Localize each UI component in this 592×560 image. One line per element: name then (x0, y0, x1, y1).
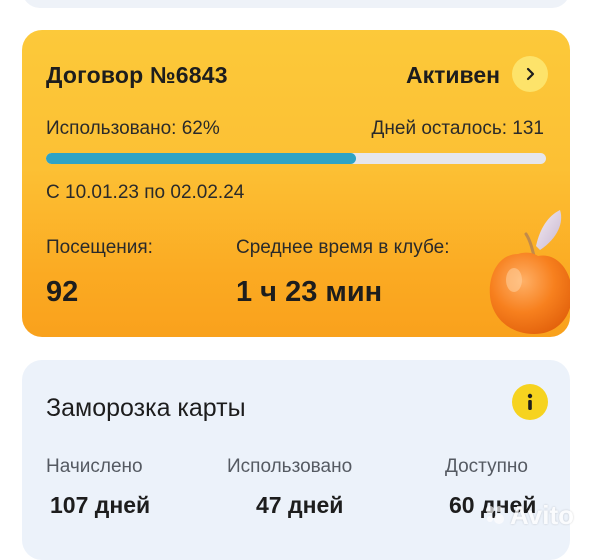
usage-progress-fill (46, 153, 356, 164)
used-days-label: Использовано (227, 456, 353, 477)
contract-details-button[interactable] (512, 56, 548, 92)
contract-status: Активен (405, 62, 500, 88)
used-days-value: 47 дней (256, 492, 344, 518)
info-icon (527, 393, 533, 410)
info-button[interactable] (512, 384, 548, 420)
days-left: Дней осталось: 131 (371, 118, 544, 139)
visits-value: 92 (46, 276, 79, 308)
freeze-title: Заморозка карты (46, 394, 246, 422)
contract-period: С 10.01.23 по 02.02.24 (46, 182, 245, 203)
avg-time-label: Среднее время в клубе: (236, 237, 450, 258)
contract-card[interactable]: Договор №6843 Активен Использовано: 62% … (22, 30, 570, 337)
accrued-label: Начислено (46, 456, 143, 477)
chevron-right-icon (526, 67, 535, 81)
available-label: Доступно (445, 456, 528, 477)
avg-time-value: 1 ч 23 мин (236, 276, 383, 308)
usage-progress-bar (46, 153, 546, 164)
peach-icon (489, 210, 570, 334)
previous-card-edge (22, 0, 570, 8)
avito-dots-icon (486, 506, 504, 524)
visits-label: Посещения: (46, 237, 153, 258)
accrued-value: 107 дней (50, 492, 151, 518)
contract-title: Договор №6843 (46, 62, 228, 88)
used-percentage: Использовано: 62% (46, 118, 220, 139)
watermark-text: Avito (510, 499, 575, 530)
avito-logo: Avito (484, 498, 584, 532)
